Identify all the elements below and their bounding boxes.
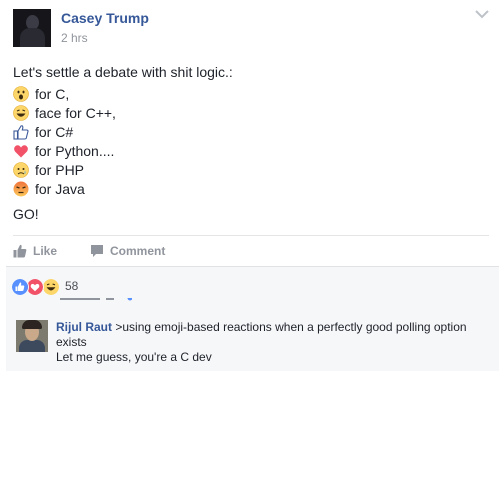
author-name[interactable]: Casey Trump bbox=[61, 10, 149, 26]
wow-emoji-icon bbox=[13, 86, 29, 102]
comment-reply-text: Let me guess, you're a C dev bbox=[56, 350, 212, 364]
option-text: for C, bbox=[35, 86, 70, 102]
comment-label: Comment bbox=[110, 244, 166, 258]
reaction-count[interactable]: 58 bbox=[65, 279, 78, 293]
chevron-down-icon[interactable] bbox=[474, 8, 490, 20]
comment-body: Rijul Raut >using emoji-based reactions … bbox=[56, 320, 486, 365]
sad-emoji-icon bbox=[13, 162, 29, 178]
option-item: for Java bbox=[13, 180, 85, 198]
like-label: Like bbox=[33, 244, 58, 258]
post-timestamp[interactable]: 2 hrs bbox=[61, 31, 88, 45]
option-item: for PHP bbox=[13, 161, 84, 179]
option-item: for Python.... bbox=[13, 142, 114, 160]
comment-icon bbox=[91, 245, 103, 257]
post-card: Casey Trump 2 hrs Let's settle a debate … bbox=[0, 0, 499, 266]
commenter-name[interactable]: Rijul Raut bbox=[56, 320, 112, 334]
option-text: for Java bbox=[35, 181, 85, 197]
like-icon bbox=[13, 244, 27, 258]
angry-emoji-icon bbox=[13, 181, 29, 197]
heart-icon bbox=[14, 145, 28, 158]
like-reaction-icon bbox=[11, 278, 29, 296]
like-thumb-icon bbox=[13, 125, 29, 140]
option-text: for C# bbox=[35, 124, 74, 140]
post-intro: Let's settle a debate with shit logic.: bbox=[13, 64, 233, 80]
divider bbox=[13, 235, 489, 236]
option-text: for Python.... bbox=[35, 143, 115, 159]
option-item: for C# bbox=[13, 123, 73, 141]
commenter-avatar[interactable] bbox=[16, 320, 48, 352]
haha-emoji-icon bbox=[13, 105, 29, 121]
comment-button[interactable]: Comment bbox=[90, 242, 165, 260]
option-text: face for C++, bbox=[35, 105, 116, 121]
option-text: for PHP bbox=[35, 162, 85, 178]
clipped-previous-comment bbox=[60, 298, 132, 301]
like-button[interactable]: Like bbox=[13, 242, 57, 260]
comment-text: >using emoji-based reactions when a perf… bbox=[56, 320, 467, 349]
author-avatar[interactable] bbox=[13, 9, 51, 47]
option-item: face for C++, bbox=[13, 104, 116, 122]
haha-reaction-icon bbox=[42, 278, 60, 296]
post-closing: GO! bbox=[13, 206, 39, 222]
option-item: for C, bbox=[13, 85, 69, 103]
